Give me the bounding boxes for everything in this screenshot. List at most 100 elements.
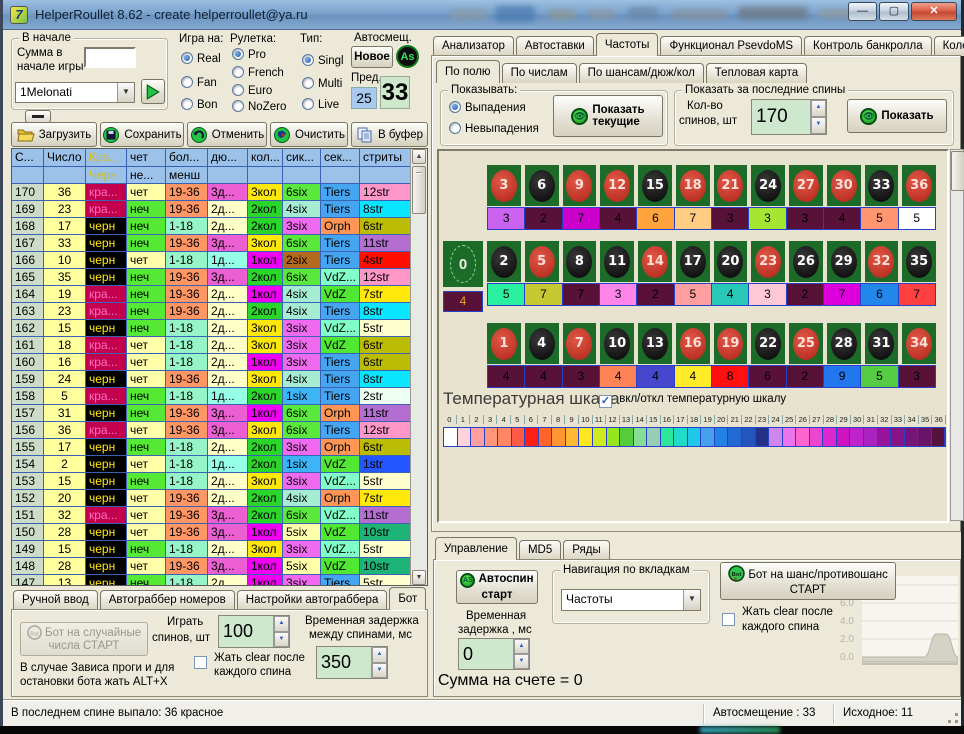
radio-fan[interactable]: Fan [181, 76, 217, 89]
radio-misses[interactable]: Невыпадения [449, 122, 539, 135]
table-row[interactable]: 15924чернчет19-362д...3кол4sixTiers8str [12, 371, 412, 388]
spin-up-icon[interactable]: ▲ [274, 616, 289, 632]
tab-by-field[interactable]: По полю [436, 60, 500, 83]
tab-control[interactable]: Управление [435, 537, 517, 560]
table-scrollbar[interactable]: ▲ ▼ [410, 149, 427, 585]
spins-count-stepper[interactable]: 170 ▲▼ [751, 99, 827, 135]
radio-euro[interactable]: Euro [232, 84, 272, 97]
play-spins-stepper[interactable]: 100 ▲▼ [218, 615, 290, 648]
spin-down-icon[interactable]: ▼ [514, 654, 529, 669]
spin-down-icon[interactable]: ▼ [274, 632, 289, 648]
tab-manual-input[interactable]: Ручной ввод [13, 590, 98, 610]
radio-nozero[interactable]: NoZero [232, 100, 286, 113]
table-row[interactable]: 16923кра...неч19-362д...2кол4sixTiers8st… [12, 201, 412, 218]
spin-down-icon[interactable]: ▼ [372, 663, 387, 679]
table-row[interactable]: 16817черннеч1-182д...2кол3sixOrph6str [12, 218, 412, 235]
scroll-up-icon[interactable]: ▲ [412, 149, 426, 164]
table-row[interactable]: 15028чернчет19-363д...1кол5sixVdZ10str [12, 524, 412, 541]
tab-autobets[interactable]: Автоставки [516, 36, 594, 56]
tab-bankroll[interactable]: Контроль банкролла [804, 36, 932, 56]
table-row[interactable]: 15517черннеч1-182д...2кол3sixOrph6str [12, 439, 412, 456]
radio-french[interactable]: French [232, 66, 284, 79]
board-number-cell: 11 [600, 241, 634, 282]
table-row[interactable]: 15132кра...чет19-363д...2кол6sixVdZ...11… [12, 507, 412, 524]
table-row[interactable]: 16610чернчет1-181д...1кол2sixTiers4str [12, 252, 412, 269]
tab-rows[interactable]: Ряды [563, 540, 610, 560]
temp-scale-checkbox[interactable]: ✓ вкл/откл температурную шкалу [599, 393, 786, 408]
tab-by-numbers[interactable]: По числам [502, 63, 577, 83]
tab-heatmap[interactable]: Тепловая карта [706, 63, 807, 83]
tab-bot[interactable]: Бот [389, 587, 426, 610]
scrollbar-thumb[interactable] [412, 166, 426, 214]
clear-button[interactable]: Очистить [270, 122, 348, 147]
tab-frequencies[interactable]: Частоты [596, 33, 659, 56]
tab-psevdoms[interactable]: Функционал PsevdoMS [660, 36, 802, 56]
table-row[interactable]: 16016кра...чет1-182д...1кол3sixTiers6str [12, 354, 412, 371]
table-cell: неч [127, 320, 166, 337]
table-row[interactable]: 15220чернчет19-362д...2кол4sixOrph7str [12, 490, 412, 507]
table-row[interactable]: 15731черннеч19-363д...1кол6sixOrph11str [12, 405, 412, 422]
radio-hits[interactable]: Выпадения [449, 101, 526, 114]
radio-pro[interactable]: Pro [232, 48, 266, 61]
radio-real[interactable]: Real [181, 52, 221, 65]
chevron-down-icon[interactable]: ▼ [117, 83, 134, 102]
table-row[interactable]: 1585кра...неч1-181д...2кол1sixTiers2str [12, 388, 412, 405]
new-button[interactable]: Новое [351, 46, 393, 68]
radio-bon[interactable]: Bon [181, 98, 217, 111]
load-button[interactable]: Загрузить [11, 122, 97, 147]
spin-up-icon[interactable]: ▲ [372, 647, 387, 663]
spin-down-icon[interactable]: ▼ [811, 117, 826, 134]
clear-after-spin-checkbox[interactable] [194, 656, 207, 670]
table-row[interactable]: 15636кра...чет19-363д...3кол6sixTiers12s… [12, 422, 412, 439]
radio-singl[interactable]: Singl [302, 54, 344, 67]
radio-live[interactable]: Live [302, 98, 339, 111]
tab-analyzer[interactable]: Анализатор [433, 36, 514, 56]
tab-grabber-settings[interactable]: Настройки автограббера [237, 590, 388, 610]
minimize-button[interactable]: — [848, 2, 877, 21]
table-row[interactable]: 16323кра...неч19-362д...2кол4sixTiers8st… [12, 303, 412, 320]
board-scrollbar[interactable] [950, 149, 964, 521]
scroll-down-icon[interactable]: ▼ [412, 570, 426, 585]
play-button[interactable] [141, 79, 165, 104]
delay-stepper[interactable]: 0 ▲▼ [458, 638, 530, 670]
spin-up-icon[interactable]: ▲ [811, 100, 826, 117]
tab-md5[interactable]: MD5 [519, 540, 561, 560]
profile-combo[interactable]: 1Melonati ▼ [15, 82, 135, 103]
radio-multi[interactable]: Multi [302, 77, 342, 90]
nav-tab-combo[interactable]: Частоты ▼ [561, 589, 701, 611]
start-sum-input[interactable] [84, 47, 136, 68]
show-button[interactable]: 👁Показать [847, 99, 947, 133]
table-row[interactable]: 16535черннеч19-363д...2кол6sixVdZ...12st… [12, 269, 412, 286]
autospin-start-button[interactable]: AS Автоспин старт [456, 570, 538, 604]
random-bot-start-button[interactable]: Bot Бот на случайные числа СТАРТ [20, 622, 148, 656]
scrollbar-thumb[interactable] [951, 151, 964, 191]
table-row[interactable]: 14713черннеч1-182д...1кол3sixTiers5str [12, 575, 412, 586]
spin-up-icon[interactable]: ▲ [514, 639, 529, 654]
table-row[interactable]: 15315черннеч1-182д...3кол3sixVdZ...5str [12, 473, 412, 490]
table-row[interactable]: 1542чернчет1-181д...2кол1sixVdZ1str [12, 456, 412, 473]
clear-after-spin-checkbox[interactable] [722, 613, 735, 627]
table-row[interactable]: 17036кра...чет19-363д...3кол6sixTiers12s… [12, 184, 412, 201]
as-icon-button[interactable]: As [396, 45, 419, 68]
close-button[interactable]: ✕ [911, 2, 957, 21]
table-row[interactable]: 16419кра...неч19-362д...1кол4sixVdZ7str [12, 286, 412, 303]
title-bar[interactable]: 7 HelperRoullet 8.62 - create helperroul… [3, 0, 961, 30]
table-row[interactable]: 14828чернчет19-363д...1кол5sixVdZ10str [12, 558, 412, 575]
tab-autograbber[interactable]: Автограббер номеров [100, 590, 235, 610]
maximize-button[interactable]: ▢ [879, 2, 909, 21]
copy-to-buffer-button[interactable]: В буфер [351, 122, 428, 147]
table-row[interactable]: 14915черннеч1-182д...3кол3sixVdZ...5str [12, 541, 412, 558]
show-current-button[interactable]: 👁Показать текущие [553, 95, 663, 137]
undo-button[interactable]: Отменить [187, 122, 267, 147]
resize-grip[interactable] [948, 713, 958, 723]
chance-bot-start-button[interactable]: Bot Бот на шанс/противошанс СТАРТ [720, 562, 896, 600]
board-number-cell: 21 [714, 165, 748, 206]
delay-stepper[interactable]: 350 ▲▼ [316, 646, 388, 679]
tab-wheel[interactable]: Колесо [934, 36, 964, 56]
table-row[interactable]: 16118кра...чет1-182д...3кол3sixVdZ6str [12, 337, 412, 354]
table-row[interactable]: 16215черннеч1-182д...3кол3sixVdZ...5str [12, 320, 412, 337]
save-button[interactable]: Сохранить [100, 122, 184, 147]
tab-by-chances[interactable]: По шансам/дюж/кол [579, 63, 704, 83]
chevron-down-icon[interactable]: ▼ [683, 590, 700, 610]
table-row[interactable]: 16733черннеч19-363д...3кол6sixTiers11str [12, 235, 412, 252]
